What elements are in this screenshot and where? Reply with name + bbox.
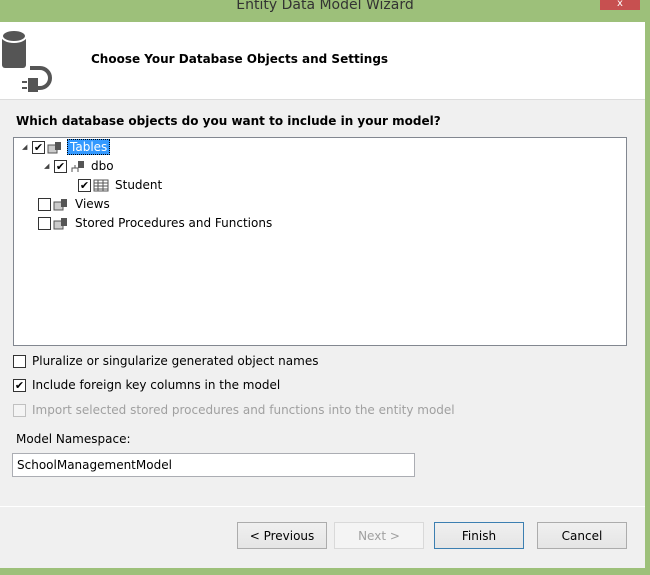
option-label: Pluralize or singularize generated objec… (32, 354, 319, 368)
option-label: Import selected stored procedures and fu… (32, 403, 455, 417)
database-connection-icon (1, 29, 52, 92)
title-bar[interactable]: Entity Data Model Wizard (0, 0, 650, 22)
foreign-keys-checkbox[interactable]: ✔ (13, 378, 26, 392)
schema-icon (71, 160, 84, 172)
next-button: Next > (334, 522, 424, 549)
previous-button[interactable]: < Previous (237, 522, 327, 549)
tree-node-dbo[interactable]: ◢ ✔ dbo (44, 157, 116, 175)
import-procedures-option: Import selected stored procedures and fu… (13, 403, 455, 417)
views-checkbox[interactable] (38, 197, 51, 211)
tables-checkbox[interactable]: ✔ (32, 140, 45, 154)
dbo-checkbox[interactable]: ✔ (54, 159, 67, 173)
pluralize-option[interactable]: Pluralize or singularize generated objec… (13, 354, 318, 368)
wizard-header: Choose Your Database Objects and Setting… (0, 22, 645, 100)
wizard-client: Choose Your Database Objects and Setting… (0, 22, 645, 568)
tables-folder-icon (47, 141, 61, 153)
page-title: Choose Your Database Objects and Setting… (91, 52, 389, 66)
finish-button[interactable]: Finish (434, 522, 524, 549)
window-title: Entity Data Model Wizard (236, 0, 414, 13)
divider (0, 506, 645, 507)
views-folder-icon (53, 198, 67, 210)
foreign-keys-option[interactable]: ✔ Include foreign key columns in the mod… (13, 378, 280, 392)
expanded-arrow-icon[interactable]: ◢ (44, 162, 54, 170)
close-button[interactable]: x (600, 0, 640, 10)
tree-node-student[interactable]: ✔ Student (78, 176, 164, 194)
tree-label: Student (115, 178, 163, 192)
student-checkbox[interactable]: ✔ (78, 178, 91, 192)
tree-node-tables[interactable]: ◢ ✔ Tables (22, 138, 111, 156)
tree-label: Tables (67, 139, 111, 155)
tree-label: dbo (91, 159, 114, 173)
expanded-arrow-icon[interactable]: ◢ (22, 143, 32, 151)
procedures-folder-icon (53, 217, 67, 229)
pluralize-checkbox[interactable] (13, 354, 26, 368)
tree-label: Views (75, 197, 110, 211)
tree-node-views[interactable]: Views (38, 195, 112, 213)
objects-question: Which database objects do you want to in… (16, 114, 441, 128)
tree-node-stored-procedures[interactable]: Stored Procedures and Functions (38, 214, 274, 232)
import-procedures-checkbox (13, 403, 26, 417)
cancel-button[interactable]: Cancel (537, 522, 627, 549)
database-objects-tree[interactable]: ◢ ✔ Tables ◢ ✔ dbo ✔ Student Views Store… (13, 137, 627, 346)
namespace-input[interactable] (12, 453, 415, 477)
tree-label: Stored Procedures and Functions (75, 216, 273, 230)
table-icon (93, 179, 109, 191)
namespace-label: Model Namespace: (16, 432, 131, 446)
option-label: Include foreign key columns in the model (32, 378, 281, 392)
stored-procedures-checkbox[interactable] (38, 216, 51, 230)
